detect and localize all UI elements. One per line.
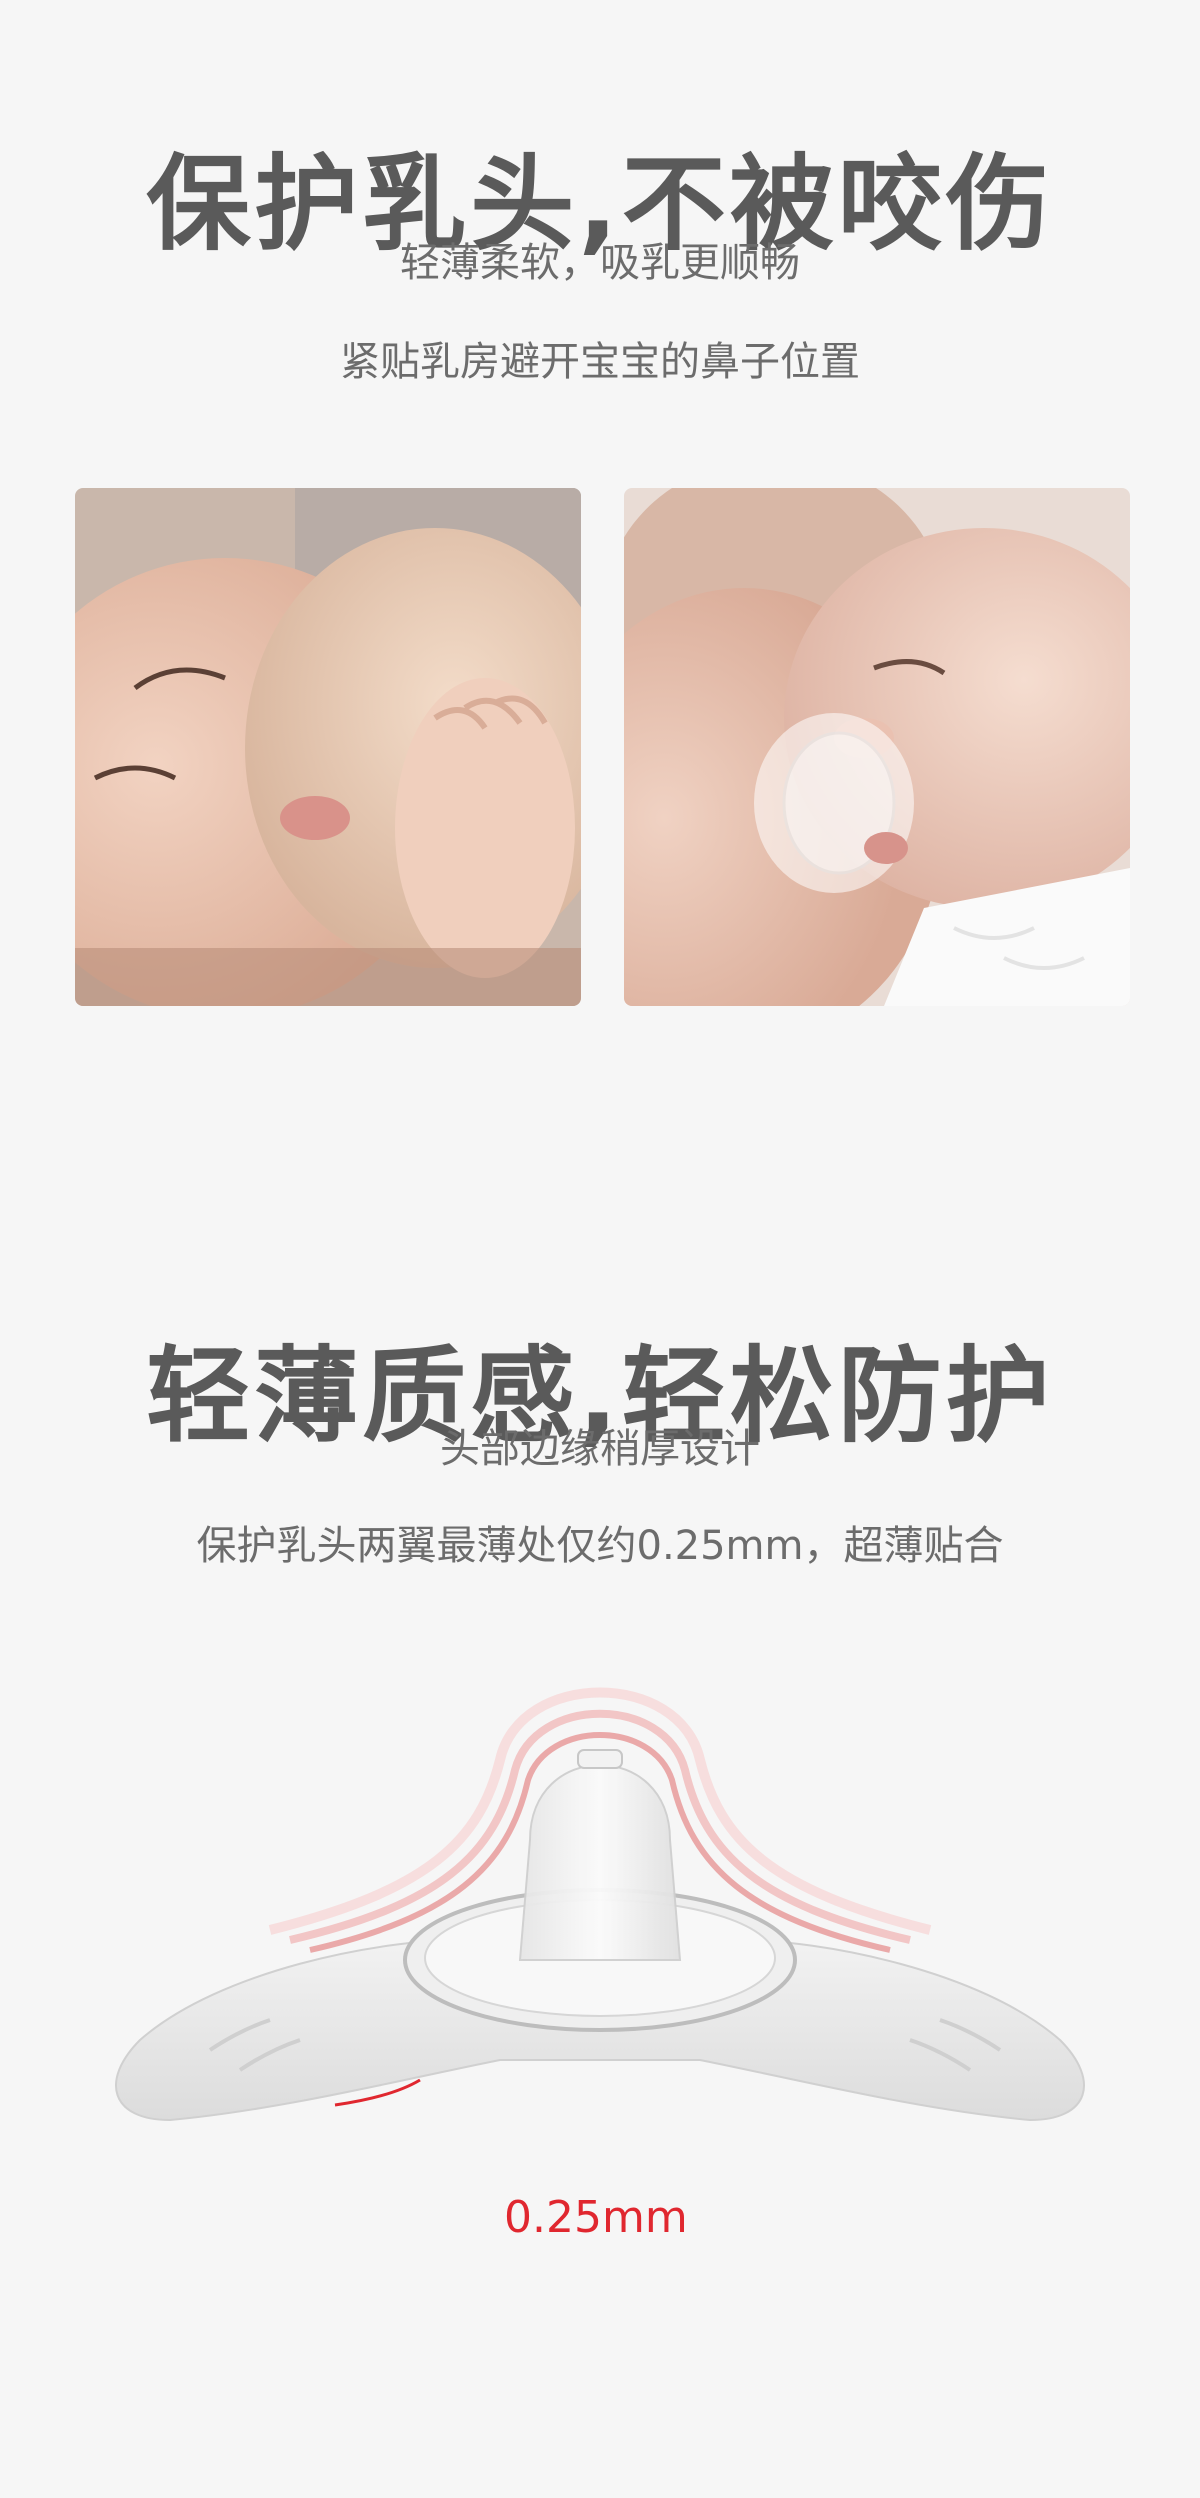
subtitle-thinnest-wing: 保护乳头两翼最薄处仅约0.25mm，超薄贴合 bbox=[196, 1523, 1004, 1569]
subtitle-fit-breast: 紧贴乳房避开宝宝的鼻子位置 bbox=[340, 339, 860, 385]
baby-breastfeeding-photo bbox=[75, 488, 581, 1006]
thickness-label: 0.25mm bbox=[504, 2192, 688, 2243]
subtitle-soft-thin: 轻薄柔软，吸乳更顺畅 bbox=[400, 240, 800, 286]
subtitle-thick-edge: 头部边缘稍厚设计 bbox=[440, 1426, 760, 1472]
baby-with-nipple-shield-photo bbox=[624, 488, 1130, 1006]
nipple-shield-illustration bbox=[100, 1640, 1100, 2280]
